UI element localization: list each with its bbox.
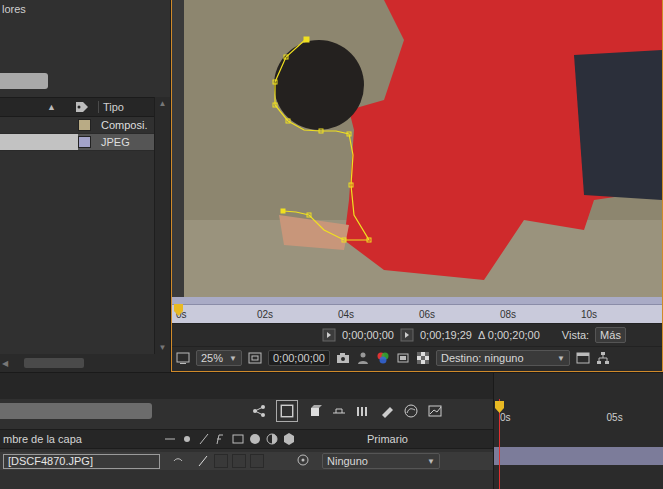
- motion-blur-switch-icon[interactable]: [248, 432, 262, 446]
- view-label: Vista:: [562, 329, 589, 341]
- graph-editor-icon[interactable]: [404, 404, 418, 418]
- tag-icon[interactable]: [74, 100, 90, 114]
- ruler-label: 08s: [500, 309, 581, 320]
- quality-icon[interactable]: [196, 454, 210, 468]
- layer-name[interactable]: [DSCF4870.JPG]: [3, 454, 160, 469]
- camera-icon[interactable]: [336, 351, 350, 365]
- end-time[interactable]: 0;00;19;29: [420, 329, 472, 341]
- current-time[interactable]: 0;00;00;00: [342, 329, 394, 341]
- composition-viewer: 0s02s04s06s08s10s 0;00;00;00 0;00;19;29 …: [171, 0, 663, 372]
- in-point-icon[interactable]: [322, 328, 336, 342]
- target-dropdown[interactable]: Destino: ninguno▼: [436, 350, 570, 366]
- ruler-label: 10s: [581, 309, 662, 320]
- safe-area-icon[interactable]: [248, 351, 262, 365]
- item-type: Composi.: [101, 119, 154, 131]
- brainstorm-icon[interactable]: [380, 404, 394, 418]
- project-item[interactable]: JPEG: [0, 134, 154, 151]
- switch-columns: [163, 432, 363, 446]
- adjustment-switch-icon[interactable]: [265, 432, 279, 446]
- effects-switch-icon[interactable]: [214, 432, 228, 446]
- shy-switch-icon[interactable]: [163, 432, 177, 446]
- playhead-icon[interactable]: [174, 304, 183, 316]
- type-column[interactable]: Tipo: [98, 101, 124, 113]
- duration[interactable]: Δ 0;00;20;00: [478, 329, 540, 341]
- 3d-switch-icon[interactable]: [282, 432, 296, 446]
- project-panel: lores ▲ Tipo Composi. JPEG ▲▼ ◀: [0, 0, 171, 372]
- out-point-icon[interactable]: [400, 328, 414, 342]
- motion-blur-icon[interactable]: [356, 404, 370, 418]
- frame-blend-switch-icon[interactable]: [231, 432, 245, 446]
- layer-row[interactable]: [DSCF4870.JPG] Ninguno▼: [0, 452, 493, 470]
- graph-icon[interactable]: [428, 404, 442, 418]
- ruler-label: 0s: [176, 309, 257, 320]
- quality-switch-icon[interactable]: [197, 432, 211, 446]
- ruler-label: 02s: [257, 309, 338, 320]
- time-ruler[interactable]: 0s02s04s06s08s10s: [172, 297, 662, 323]
- ruler-label: 06s: [419, 309, 500, 320]
- layer-bar[interactable]: [494, 447, 663, 465]
- region-icon[interactable]: [396, 351, 410, 365]
- draft-3d-icon[interactable]: [276, 400, 298, 422]
- horizontal-scrollbar[interactable]: ◀: [0, 354, 170, 372]
- transparency-grid-icon[interactable]: [416, 351, 430, 365]
- photo[interactable]: [184, 0, 662, 297]
- panel-icon[interactable]: [576, 351, 590, 365]
- ruler-label: 05s: [607, 412, 623, 423]
- playhead-icon[interactable]: [495, 401, 504, 413]
- scrollbar[interactable]: ▲▼: [154, 97, 170, 354]
- shy-icon[interactable]: [308, 404, 322, 418]
- zoom-dropdown[interactable]: 25%▼: [196, 350, 242, 366]
- shy-switch-icon[interactable]: [171, 454, 185, 468]
- ruler-label: 0s: [500, 412, 511, 423]
- ruler-label: 04s: [338, 309, 419, 320]
- monitor-icon[interactable]: [176, 351, 190, 365]
- comp-flowchart-icon[interactable]: [252, 404, 266, 418]
- snapshot-icon[interactable]: [356, 351, 370, 365]
- project-item[interactable]: Composi.: [0, 117, 154, 134]
- collapse-switch-icon[interactable]: [180, 432, 194, 446]
- sort-icon[interactable]: ▲: [0, 102, 60, 112]
- item-type: JPEG: [101, 136, 154, 148]
- flowchart-icon[interactable]: [596, 351, 610, 365]
- view-dropdown[interactable]: Más: [595, 327, 626, 343]
- channels-icon[interactable]: [376, 351, 390, 365]
- layer-name-column[interactable]: mbre de la capa: [0, 433, 163, 445]
- layer-search[interactable]: [0, 403, 152, 419]
- layer-column-header: mbre de la capa Primario: [0, 429, 493, 449]
- search-field[interactable]: [0, 73, 48, 89]
- column-header[interactable]: ▲ Tipo: [0, 97, 154, 117]
- label-swatch[interactable]: [78, 119, 91, 131]
- label-swatch[interactable]: [78, 136, 91, 148]
- panel-title: lores: [0, 0, 170, 22]
- pickwhip-icon[interactable]: [296, 453, 310, 467]
- parent-dropdown[interactable]: Ninguno▼: [322, 453, 440, 469]
- time-field[interactable]: 0;00;00;00: [268, 350, 330, 366]
- timeline-ruler[interactable]: 0s 05s: [494, 399, 663, 426]
- frame-blend-icon[interactable]: [332, 404, 346, 418]
- parent-column[interactable]: Primario: [363, 433, 408, 445]
